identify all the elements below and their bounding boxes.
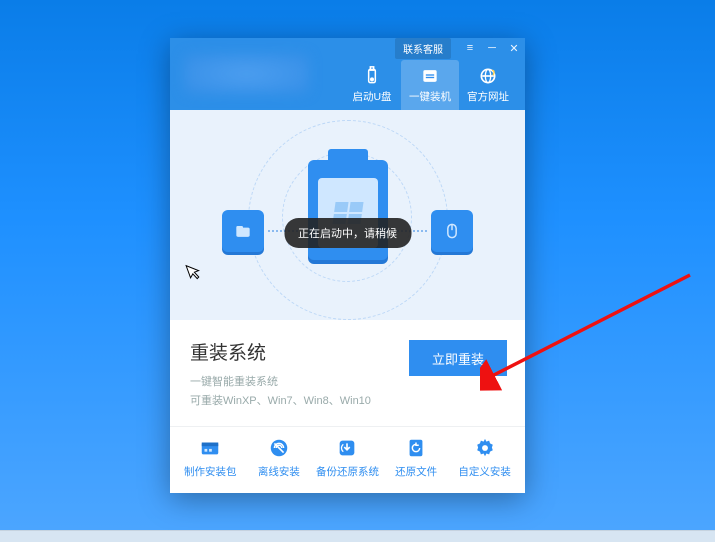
contact-support-button[interactable]: 联系客服 [395, 38, 451, 59]
hero-illustration: 正在启动中，请稍候 [170, 110, 525, 320]
reinstall-section: 重装系统 一键智能重装系统 可重装WinXP、Win7、Win8、Win10 立… [170, 320, 525, 426]
tab-boot-usb[interactable]: 启动U盘 [343, 60, 401, 110]
app-logo-blurred [184, 54, 309, 94]
tab-official-site[interactable]: 官方网址 [459, 60, 517, 110]
desktop-taskbar [0, 530, 715, 542]
window-controls: 联系客服 ≡ ─ ✕ [395, 38, 525, 58]
ie-icon [478, 66, 498, 86]
offline-icon [268, 437, 290, 459]
center-device [308, 160, 388, 270]
tab-one-click-install[interactable]: 一键装机 [401, 60, 459, 110]
header-tabs: 启动U盘 一键装机 官方网址 [343, 60, 517, 110]
action-backup-restore[interactable]: 备份还原系统 [313, 437, 382, 479]
reinstall-text: 重装系统 一键智能重装系统 可重装WinXP、Win7、Win8、Win10 [190, 338, 371, 408]
tab-label: 一键装机 [409, 89, 451, 104]
action-make-package[interactable]: 制作安装包 [176, 437, 245, 479]
action-custom-install[interactable]: 自定义安装 [450, 437, 519, 479]
tab-label: 官方网址 [467, 89, 509, 104]
usb-icon [362, 66, 382, 86]
action-label: 制作安装包 [184, 464, 237, 479]
backup-icon [336, 437, 358, 459]
close-button[interactable]: ✕ [503, 38, 525, 58]
reinstall-subtitle-2: 可重装WinXP、Win7、Win8、Win10 [190, 392, 371, 408]
action-offline-install[interactable]: 离线安装 [245, 437, 314, 479]
bottom-actions: 制作安装包 离线安装 备份还原系统 还原文件 [170, 426, 525, 493]
action-label: 还原文件 [395, 464, 437, 479]
satellite-right [431, 210, 473, 252]
reinstall-now-button[interactable]: 立即重装 [409, 340, 507, 376]
reinstall-subtitle-1: 一键智能重装系统 [190, 373, 371, 389]
installer-app-window: 联系客服 ≡ ─ ✕ 启动U盘 一键装机 [170, 38, 525, 493]
action-label: 离线安装 [258, 464, 300, 479]
app-header: 联系客服 ≡ ─ ✕ 启动U盘 一键装机 [170, 38, 525, 110]
mouse-icon [442, 221, 462, 241]
minimize-button[interactable]: ─ [481, 38, 503, 58]
menu-icon[interactable]: ≡ [459, 38, 481, 58]
folder-icon [233, 221, 253, 241]
gear-icon [474, 437, 496, 459]
restore-file-icon [405, 437, 427, 459]
satellite-left [222, 210, 264, 252]
loading-toast: 正在启动中，请稍候 [284, 218, 411, 248]
action-restore-files[interactable]: 还原文件 [382, 437, 451, 479]
action-label: 备份还原系统 [316, 464, 379, 479]
installer-icon [420, 66, 440, 86]
reinstall-title: 重装系统 [190, 338, 371, 365]
package-icon [199, 437, 221, 459]
action-label: 自定义安装 [458, 464, 511, 479]
tab-label: 启动U盘 [352, 89, 391, 104]
